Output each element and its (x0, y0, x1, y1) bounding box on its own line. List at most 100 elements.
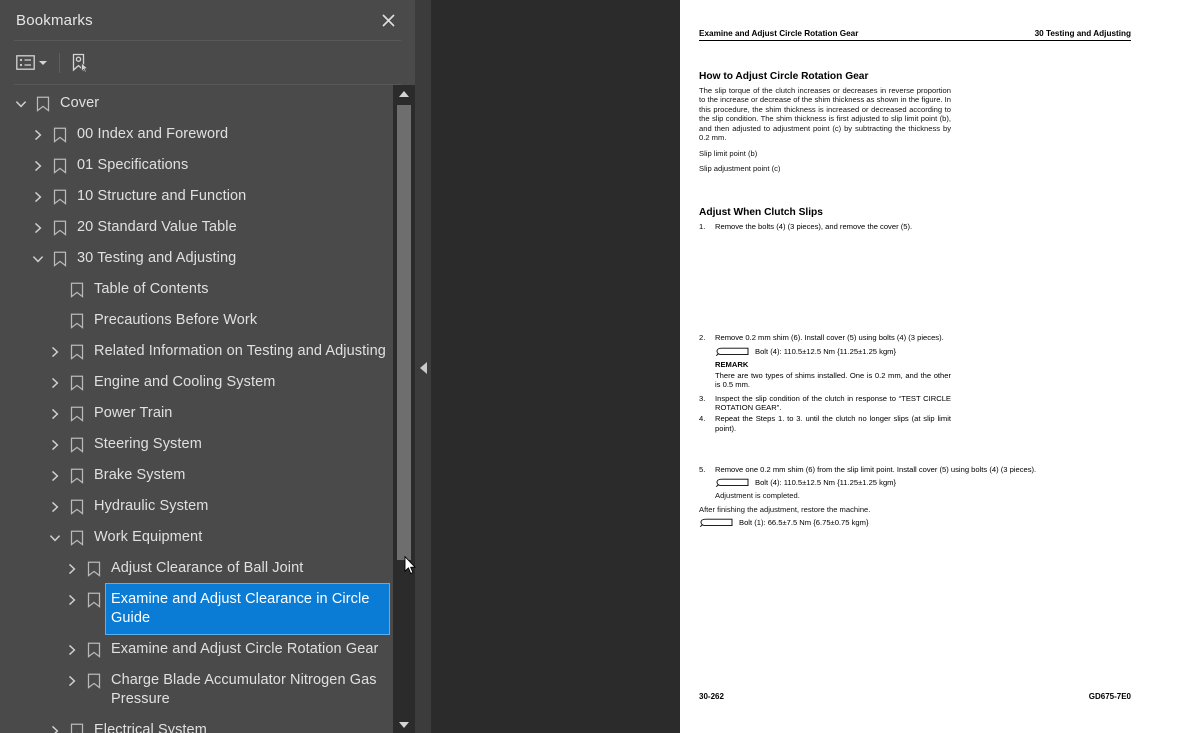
panel-title: Bookmarks (16, 11, 93, 29)
step-4: 4. Repeat the Steps 1. to 3. until the c… (699, 414, 951, 433)
remark-body: There are two types of shims installed. … (715, 370, 951, 390)
torque-bolt4-step5-text: Bolt (4): 110.5±12.5 Nm {11.25±1.25 kgm} (755, 478, 897, 488)
bookmark-item-label: Precautions Before Work (94, 312, 258, 328)
step-3-text: Inspect the slip condition of the clutch… (715, 393, 951, 413)
chevron-right-icon[interactable] (44, 336, 66, 367)
chevron-right-icon[interactable] (44, 460, 66, 491)
bookmark-icon (66, 336, 88, 367)
bookmark-icon (66, 367, 88, 398)
running-head-right: 30 Testing and Adjusting (1034, 29, 1131, 38)
bookmark-item[interactable]: Steering System (0, 429, 393, 460)
scrollbar-thumb[interactable] (397, 105, 411, 560)
chevron-right-icon[interactable] (44, 491, 66, 522)
bookmark-item[interactable]: Examine and Adjust Circle Rotation Gear (0, 634, 393, 665)
bookmarks-tree: Cover 00 Index and Foreword 01 Specificati… (0, 85, 393, 733)
bookmark-icon (66, 491, 88, 522)
add-bookmark-icon[interactable] (70, 49, 90, 77)
chevron-right-icon[interactable] (27, 150, 49, 181)
bookmark-icon (83, 584, 105, 615)
wrench-icon (715, 347, 749, 356)
document-intro-column: How to Adjust Circle Rotation Gear The s… (699, 71, 951, 178)
bookmark-item-label: Related Information on Testing and Adjus… (94, 343, 386, 359)
chevron-right-icon[interactable] (44, 367, 66, 398)
step-4-number: 4. (699, 414, 706, 424)
chevron-right-icon[interactable] (44, 715, 66, 733)
step-3-number: 3. (699, 393, 706, 403)
bookmark-item[interactable]: Power Train (0, 398, 393, 429)
bookmark-item-label: Examine and Adjust Circle Rotation Gear (111, 641, 379, 657)
figure-gap-spacer (699, 233, 951, 333)
heading-how-to-adjust: How to Adjust Circle Rotation Gear (699, 71, 869, 82)
slip-adjustment-point-line: Slip adjustment point (c) (699, 163, 781, 173)
pdf-viewer: Examine and Adjust Circle Rotation Gear … (431, 0, 1200, 733)
bookmark-icon (66, 715, 88, 733)
chevron-right-icon[interactable] (27, 212, 49, 243)
slip-limit-point-line: Slip limit point (b) (699, 149, 758, 159)
bookmark-item[interactable]: 00 Index and Foreword (0, 119, 393, 150)
chevron-down-icon[interactable] (27, 243, 49, 274)
bookmarks-tree-scroll-area: Cover 00 Index and Foreword 01 Specificati… (0, 85, 415, 733)
bookmark-item[interactable]: 01 Specifications (0, 150, 393, 181)
chevron-down-icon[interactable] (10, 88, 32, 119)
bookmark-icon (66, 274, 88, 305)
page-footer: 30-262 GD675-7E0 (699, 692, 1131, 701)
chevron-right-icon[interactable] (27, 181, 49, 212)
bookmark-icon (66, 429, 88, 460)
bookmark-item[interactable]: Table of Contents (0, 274, 393, 305)
scroll-down-arrow-icon[interactable] (393, 716, 415, 733)
bookmark-item-label: Charge Blade Accumulator Nitrogen Gas Pr… (111, 672, 377, 707)
intro-paragraph: The slip torque of the clutch increases … (699, 86, 951, 143)
step-3: 3. Inspect the slip condition of the clu… (699, 394, 951, 413)
chevron-right-icon[interactable] (44, 398, 66, 429)
bookmark-item[interactable]: Precautions Before Work (0, 305, 393, 336)
bookmark-item[interactable]: Related Information on Testing and Adjus… (0, 336, 393, 367)
torque-spec-bolt4-step2: Bolt (4): 110.5±12.5 Nm {11.25±1.25 kgm} (715, 347, 951, 356)
bookmark-item[interactable]: Work Equipment (0, 522, 393, 553)
torque-spec-bolt1: Bolt (1): 66.5±7.5 Nm {6.75±0.75 kgm} (699, 518, 1131, 527)
bookmark-item[interactable]: Adjust Clearance of Ball Joint (0, 553, 393, 584)
chevron-down-icon[interactable] (44, 522, 66, 553)
bookmark-icon (66, 460, 88, 491)
scroll-up-arrow-icon[interactable] (393, 85, 415, 102)
chevron-right-icon[interactable] (27, 119, 49, 150)
bookmark-item[interactable]: Brake System (0, 460, 393, 491)
step-5-number: 5. (699, 465, 706, 474)
bookmark-icon (32, 88, 54, 119)
bookmark-item-label: Cover (60, 95, 100, 111)
bookmark-item[interactable]: 10 Structure and Function (0, 181, 393, 212)
bookmark-icon (66, 398, 88, 429)
running-head-left: Examine and Adjust Circle Rotation Gear (699, 29, 859, 38)
bookmark-item[interactable]: 20 Standard Value Table (0, 212, 393, 243)
step-5: 5. Remove one 0.2 mm shim (6) from the s… (699, 465, 1131, 474)
bookmarks-toolbar (0, 41, 415, 84)
bookmark-icon (83, 634, 105, 665)
bookmark-item-label: Power Train (94, 405, 173, 421)
torque-bolt1-text: Bolt (1): 66.5±7.5 Nm {6.75±0.75 kgm} (739, 518, 869, 528)
bookmark-item[interactable]: Engine and Cooling System (0, 367, 393, 398)
bookmark-item[interactable]: 30 Testing and Adjusting (0, 243, 393, 274)
chevron-right-icon[interactable] (61, 634, 83, 665)
close-icon[interactable] (375, 7, 401, 33)
chevron-right-icon[interactable] (61, 665, 83, 696)
bookmark-item[interactable]: Charge Blade Accumulator Nitrogen Gas Pr… (0, 665, 393, 715)
bookmark-item[interactable]: Hydraulic System (0, 491, 393, 522)
running-head: Examine and Adjust Circle Rotation Gear … (699, 29, 1131, 41)
chevron-right-icon[interactable] (61, 584, 83, 615)
bookmark-item-label: 10 Structure and Function (77, 188, 247, 204)
bookmark-item[interactable]: Cover (0, 88, 393, 119)
bookmark-item[interactable]: Examine and Adjust Clearance in Circle G… (0, 583, 393, 635)
chevron-right-icon[interactable] (44, 429, 66, 460)
bookmark-icon (49, 119, 71, 150)
bookmarks-scrollbar[interactable] (393, 85, 415, 733)
bookmark-icon (83, 553, 105, 584)
page-number: 30-262 (699, 692, 724, 701)
list-view-icon[interactable] (16, 49, 49, 77)
bookmark-item[interactable]: Electrical System (0, 715, 393, 733)
chevron-right-icon[interactable] (61, 553, 83, 584)
pdf-page: Examine and Adjust Circle Rotation Gear … (680, 0, 1200, 733)
collapse-left-icon[interactable] (415, 352, 431, 384)
bookmarks-panel: Bookmarks Cover 00 Index and Foreword 01… (0, 0, 415, 733)
chevron-down-icon[interactable] (39, 60, 47, 65)
